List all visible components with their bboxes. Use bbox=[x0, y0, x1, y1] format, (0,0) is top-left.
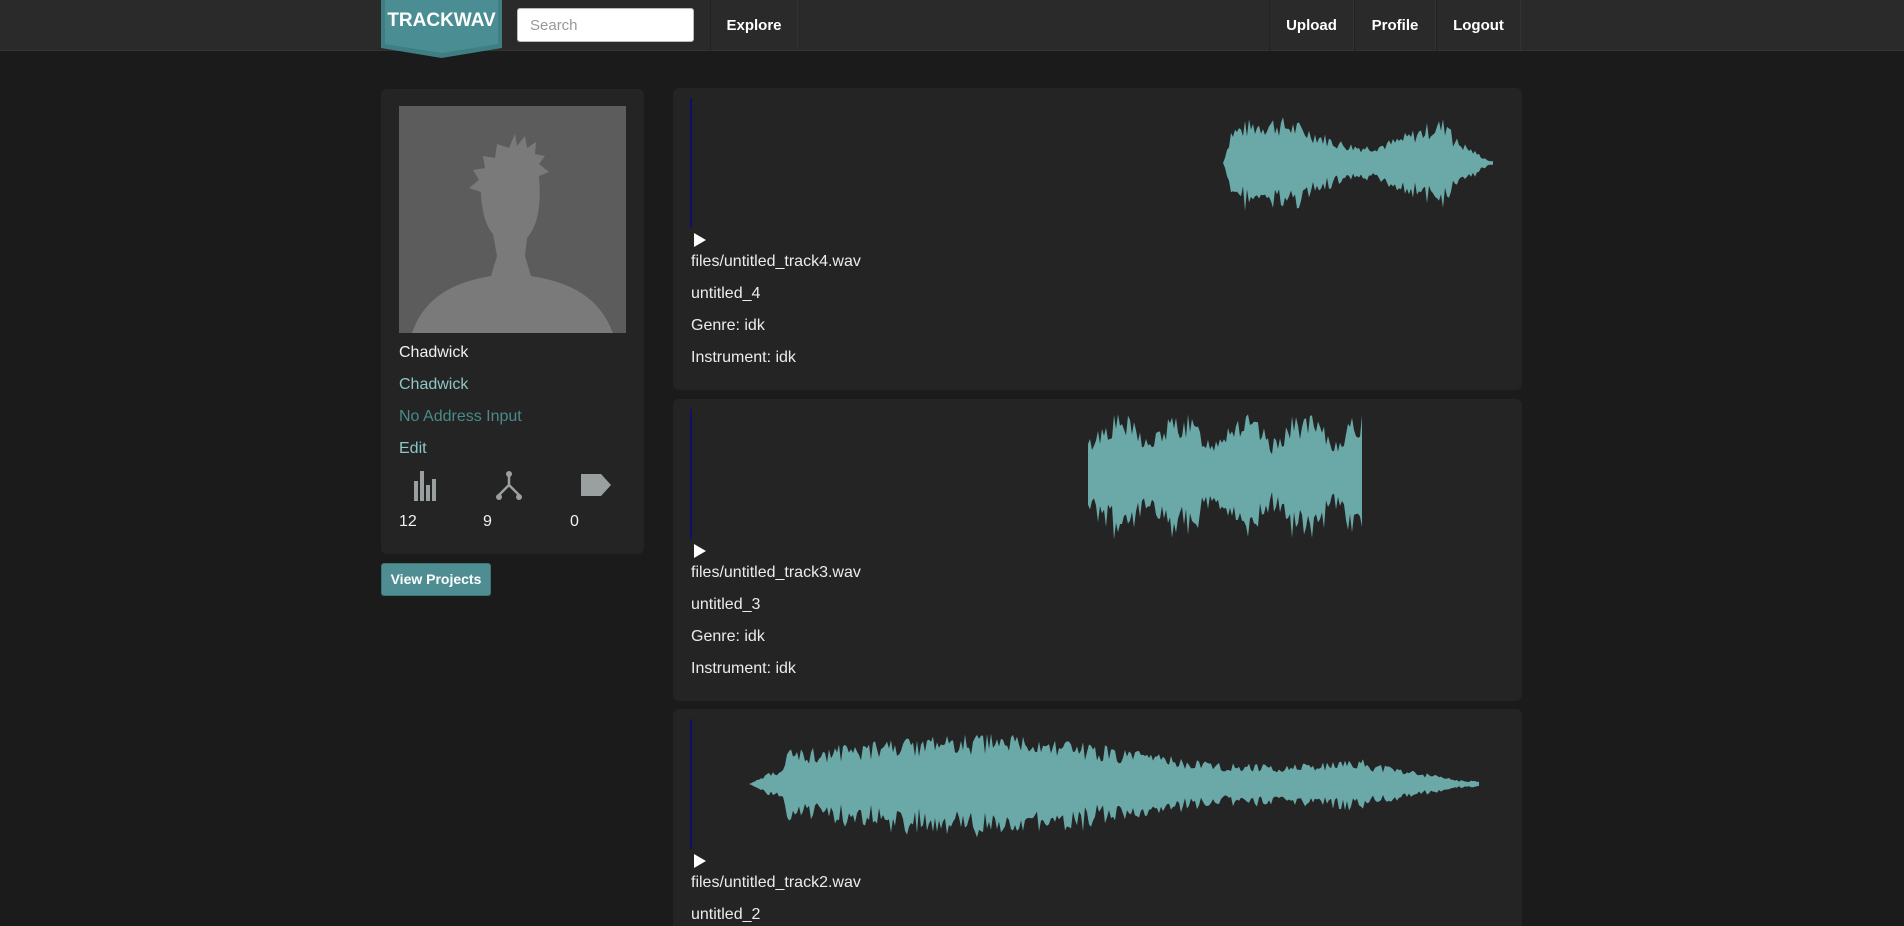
track-file-path: files/untitled_track4.wav bbox=[691, 253, 861, 270]
track-genre: Genre: idk bbox=[691, 628, 765, 645]
profile-card: Chadwick Chadwick No Address Input Edit … bbox=[381, 89, 644, 554]
stat-tags-count: 0 bbox=[570, 513, 579, 530]
default-avatar-silhouette-icon bbox=[399, 106, 626, 333]
profile-address: No Address Input bbox=[399, 408, 522, 425]
bar-chart-icon bbox=[414, 471, 436, 501]
playhead-cursor bbox=[690, 98, 692, 228]
track-card: files/untitled_track2.wav untitled_2 bbox=[673, 709, 1522, 926]
profile-username-link[interactable]: Chadwick bbox=[399, 376, 468, 394]
edit-profile-link[interactable]: Edit bbox=[399, 440, 427, 458]
top-navbar: TRACKWAV Explore Upload Profile Logout bbox=[0, 0, 1904, 58]
stat-forks-count: 9 bbox=[483, 513, 492, 530]
nav-logout[interactable]: Logout bbox=[1436, 0, 1521, 51]
play-icon[interactable] bbox=[693, 853, 707, 869]
track-genre: Genre: idk bbox=[691, 317, 765, 334]
view-projects-button[interactable]: View Projects bbox=[381, 563, 491, 596]
nav-profile[interactable]: Profile bbox=[1354, 0, 1436, 51]
fork-icon bbox=[496, 471, 522, 500]
track-instrument: Instrument: idk bbox=[691, 349, 796, 366]
track-card: files/untitled_track4.wav untitled_4 Gen… bbox=[673, 88, 1522, 390]
trackwav-logo[interactable]: TRACKWAV bbox=[381, 0, 502, 58]
nav-upload[interactable]: Upload bbox=[1269, 0, 1354, 51]
nav-explore[interactable]: Explore bbox=[710, 0, 798, 51]
logo-text: TRACKWAV bbox=[387, 10, 496, 31]
track-card: files/untitled_track3.wav untitled_3 Gen… bbox=[673, 399, 1522, 701]
track-title: untitled_3 bbox=[691, 596, 761, 613]
waveform[interactable] bbox=[690, 409, 1506, 539]
track-instrument: Instrument: idk bbox=[691, 660, 796, 677]
playhead-cursor bbox=[690, 719, 692, 849]
tag-icon bbox=[581, 474, 611, 496]
track-title: untitled_4 bbox=[691, 285, 761, 302]
play-icon[interactable] bbox=[693, 543, 707, 559]
search-input[interactable] bbox=[517, 8, 694, 42]
playhead-cursor bbox=[690, 409, 692, 539]
waveform[interactable] bbox=[690, 98, 1506, 228]
track-file-path: files/untitled_track2.wav bbox=[691, 874, 861, 891]
track-title: untitled_2 bbox=[691, 906, 761, 923]
avatar bbox=[399, 106, 626, 333]
stat-tracks-count: 12 bbox=[399, 513, 417, 530]
play-icon[interactable] bbox=[693, 232, 707, 248]
waveform[interactable] bbox=[690, 719, 1506, 849]
track-file-path: files/untitled_track3.wav bbox=[691, 564, 861, 581]
profile-name: Chadwick bbox=[399, 344, 469, 361]
